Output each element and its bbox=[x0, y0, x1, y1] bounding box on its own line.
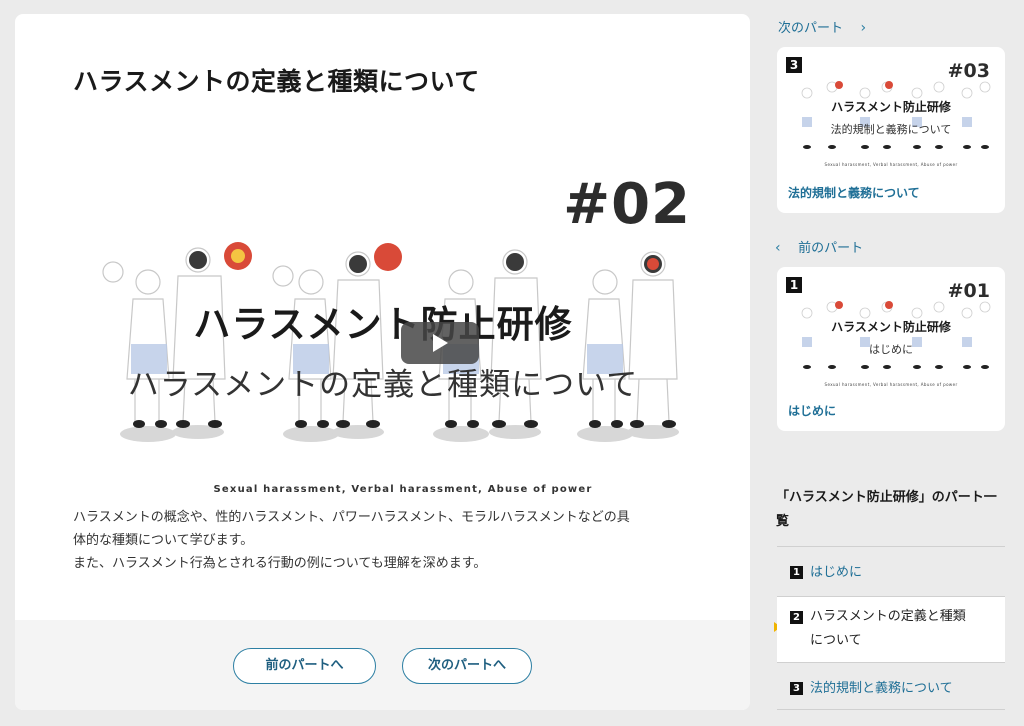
video-player[interactable]: #02 ハラスメント防止研修 ハラスメントの定義と種類について Sexual h… bbox=[73, 164, 693, 504]
thumbnail-episode: #03 bbox=[947, 60, 990, 82]
part-number-badge: 2 bbox=[790, 611, 803, 624]
list-divider bbox=[777, 709, 1005, 710]
list-divider bbox=[777, 662, 1005, 663]
play-button[interactable] bbox=[401, 322, 479, 364]
thumbnail-tagline: Sexual harassment, Verbal harassment, Ab… bbox=[824, 382, 958, 387]
episode-number: #02 bbox=[563, 172, 691, 237]
prev-part-link[interactable]: ‹ 前のパート bbox=[775, 237, 863, 256]
part-number-badge: 1 bbox=[790, 566, 803, 579]
part-number-badge: 3 bbox=[790, 682, 803, 695]
part-number-badge: 1 bbox=[786, 277, 802, 293]
chevron-right-icon: › bbox=[847, 20, 867, 36]
part-list-item-3[interactable]: 3 法的規制と義務について bbox=[777, 677, 1005, 696]
play-icon bbox=[433, 334, 448, 352]
thumbnail-subtitle: 法的規制と義務について bbox=[830, 123, 952, 136]
thumbnail-title: ハラスメント防止研修 bbox=[831, 100, 951, 114]
next-part-card[interactable]: 3 #03 ハラスメント防止研修 法的規制と義務について Sexual hara… bbox=[777, 47, 1005, 213]
part-list-item-2-current[interactable]: 2 ハラスメントの定義と種類 について bbox=[777, 597, 1005, 662]
next-part-title: 法的規制と義務について bbox=[788, 186, 920, 200]
chevron-left-icon: ‹ bbox=[775, 240, 794, 256]
video-subtitle: ハラスメントの定義と種類について bbox=[127, 367, 639, 403]
thumbnail-episode: #01 bbox=[947, 280, 990, 302]
lesson-panel: ハラスメントの定義と種類について #02 ハラスメント防止研修 ハラスメントの定… bbox=[15, 14, 750, 710]
part-list-heading: 「ハラスメント防止研修」のパート一 覧 bbox=[776, 490, 997, 529]
page-title: ハラスメントの定義と種類について bbox=[73, 67, 480, 96]
next-part-link[interactable]: 次のパート › bbox=[778, 17, 866, 36]
video-title: ハラスメント防止研修 bbox=[193, 303, 573, 346]
thumbnail-tagline: Sexual harassment, Verbal harassment, Ab… bbox=[824, 162, 958, 167]
thumbnail-subtitle: はじめに bbox=[869, 343, 913, 356]
next-part-button[interactable]: 次のパートへ bbox=[402, 648, 532, 684]
navigation-footer: 前のパートへ 次のパートへ bbox=[15, 620, 750, 710]
prev-part-title: はじめに bbox=[788, 404, 837, 418]
video-tagline: Sexual harassment, Verbal harassment, Ab… bbox=[213, 484, 593, 495]
prev-part-button[interactable]: 前のパートへ bbox=[233, 648, 376, 684]
part-list-item-1[interactable]: 1 はじめに bbox=[777, 561, 1005, 580]
list-divider bbox=[777, 546, 1005, 547]
thumbnail-title: ハラスメント防止研修 bbox=[831, 320, 951, 334]
lesson-description: ハラスメントの概念や、性的ハラスメント、パワーハラスメント、モラルハラスメントな… bbox=[73, 510, 630, 571]
part-number-badge: 3 bbox=[786, 57, 802, 73]
prev-part-card[interactable]: 1 #01 ハラスメント防止研修 はじめに Sexual harassment,… bbox=[777, 267, 1005, 431]
